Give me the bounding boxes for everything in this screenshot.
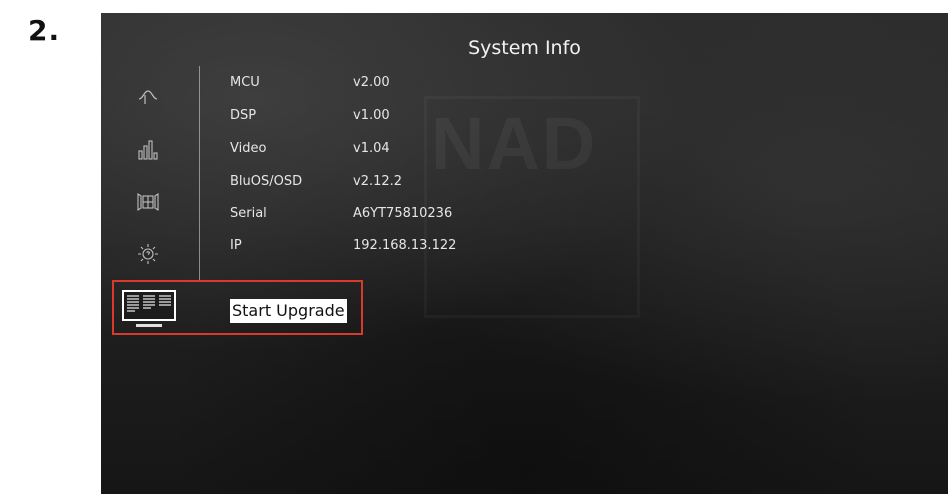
settings-gear-icon[interactable] xyxy=(135,241,161,267)
info-label-ip: IP xyxy=(230,238,242,253)
waveform-icon[interactable] xyxy=(135,82,161,108)
step-number: 2. xyxy=(28,14,61,47)
nav-divider xyxy=(199,66,200,280)
info-label-serial: Serial xyxy=(230,206,267,221)
page-title: System Info xyxy=(468,37,581,59)
info-value-video: v1.04 xyxy=(353,141,390,156)
start-upgrade-button[interactable]: Start Upgrade xyxy=(230,299,347,323)
info-value-serial: A6YT75810236 xyxy=(353,206,453,221)
tv-screen: NAD System Info MCU v2.00 DSP v1.00 Vide… xyxy=(101,13,948,494)
equalizer-icon[interactable] xyxy=(135,137,161,163)
nad-logo-watermark: NAD xyxy=(431,102,598,185)
info-value-dsp: v1.00 xyxy=(353,108,390,123)
info-label-bluos: BluOS/OSD xyxy=(230,174,303,189)
info-label-video: Video xyxy=(230,141,267,156)
info-value-ip: 192.168.13.122 xyxy=(353,238,457,253)
info-label-mcu: MCU xyxy=(230,75,260,90)
speaker-setup-icon[interactable] xyxy=(135,188,161,214)
info-value-bluos: v2.12.2 xyxy=(353,174,403,189)
system-info-monitor-icon[interactable] xyxy=(121,289,177,329)
info-value-mcu: v2.00 xyxy=(353,75,390,90)
info-label-dsp: DSP xyxy=(230,108,257,123)
